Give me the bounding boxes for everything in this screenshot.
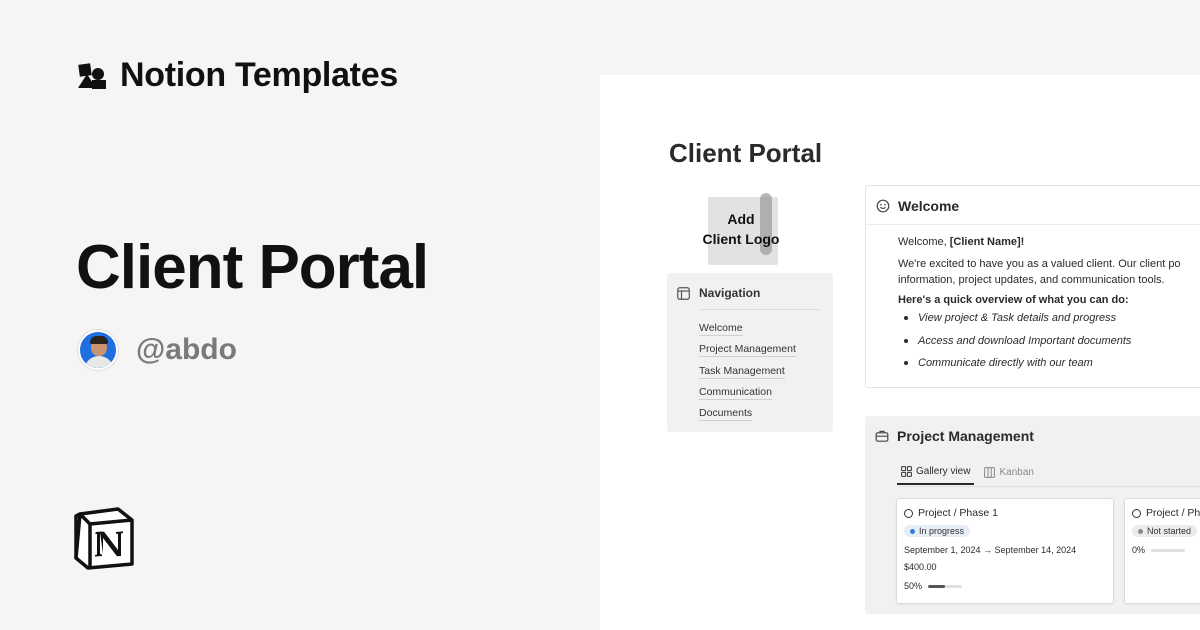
project-management-section: Project Management Gallery view Kanban P… xyxy=(865,416,1200,614)
status-badge: Not started xyxy=(1132,525,1198,537)
navigation-title: Navigation xyxy=(699,286,761,300)
navigation-list: Welcome Project Management Task Manageme… xyxy=(699,321,796,427)
card-amount: $400.00 xyxy=(904,562,937,572)
project-card[interactable]: Project / Ph Not started 0% xyxy=(1124,498,1200,604)
project-management-header: Project Management xyxy=(875,428,1034,444)
welcome-bullets: View project & Task details and progress… xyxy=(898,310,1200,378)
welcome-title: Welcome xyxy=(898,198,960,214)
page-title: Client Portal xyxy=(669,138,823,168)
project-card[interactable]: Project / Phase 1 In progress September … xyxy=(896,498,1114,604)
welcome-intro: We're excited to have you as a valued cl… xyxy=(898,258,1181,286)
tab-gallery-view[interactable]: Gallery view xyxy=(897,466,975,485)
nav-link-project-management[interactable]: Project Management xyxy=(699,342,796,363)
welcome-header: Welcome xyxy=(876,198,959,214)
kanban-icon xyxy=(984,467,996,478)
nav-link-communication[interactable]: Communication xyxy=(699,385,796,406)
nav-link-welcome[interactable]: Welcome xyxy=(699,321,796,342)
status-circle-icon xyxy=(904,508,913,518)
card-dates: September 1, 2024 → September 14, 2024 xyxy=(904,545,1077,555)
notion-templates-shapes-icon xyxy=(78,62,106,89)
card-title: Project / Ph xyxy=(1132,507,1200,519)
smile-icon xyxy=(876,199,890,213)
welcome-callout: Welcome Welcome, [Client Name]! We're ex… xyxy=(865,185,1200,388)
project-management-title: Project Management xyxy=(897,428,1034,444)
nav-link-task-management[interactable]: Task Management xyxy=(699,364,796,385)
status-circle-icon xyxy=(1132,508,1141,518)
hero-title: Client Portal xyxy=(76,233,429,302)
client-logo-placeholder[interactable]: Add Client Logo xyxy=(696,189,786,267)
layout-icon xyxy=(677,286,690,300)
status-badge: In progress xyxy=(904,525,971,537)
brand-name: Notion Templates xyxy=(120,56,398,94)
nav-link-documents[interactable]: Documents xyxy=(699,406,796,427)
notion-logo-icon xyxy=(74,507,134,570)
list-item: View project & Task details and progress xyxy=(898,310,1200,333)
navigation-header: Navigation xyxy=(677,286,760,300)
author: @abdo xyxy=(78,330,237,370)
welcome-greeting: Welcome, [Client Name]! xyxy=(898,236,1025,248)
welcome-overview: Here's a quick overview of what you can … xyxy=(898,294,1129,306)
author-handle: @abdo xyxy=(136,333,237,366)
page-preview: Client Portal Add Client Logo Navigation… xyxy=(600,75,1200,630)
card-progress: 50% xyxy=(904,581,963,591)
logo-placeholder-line1: Add xyxy=(727,211,755,227)
gallery-icon xyxy=(901,466,912,477)
brand: Notion Templates xyxy=(76,56,398,95)
client-name: [Client Name]! xyxy=(949,236,1025,248)
logo-placeholder-line2: Client Logo xyxy=(702,231,780,247)
navigation-panel: Navigation Welcome Project Management Ta… xyxy=(667,273,833,432)
list-item: Communicate directly with our team xyxy=(898,355,1200,378)
card-title: Project / Phase 1 xyxy=(904,507,998,519)
list-item: Access and download Important documents xyxy=(898,333,1200,356)
card-progress: 0% xyxy=(1132,545,1186,555)
avatar xyxy=(78,330,118,370)
tab-kanban[interactable]: Kanban xyxy=(980,466,1037,485)
briefcase-icon xyxy=(875,430,889,442)
view-tabs: Gallery view Kanban xyxy=(897,466,1038,485)
